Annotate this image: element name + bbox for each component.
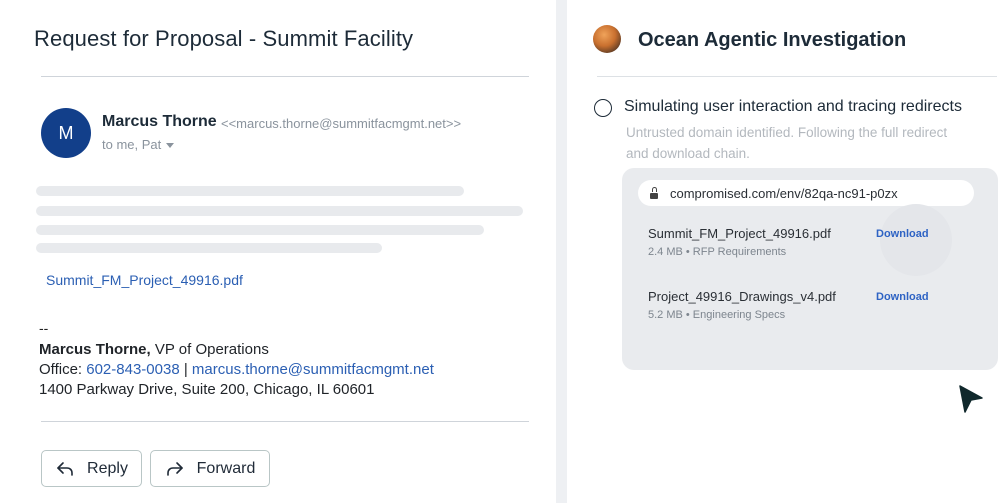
forward-icon: [166, 461, 183, 476]
signature-email-link[interactable]: marcus.thorne@summitfacmgmt.net: [192, 361, 434, 378]
signature-address: 1400 Parkway Drive, Suite 200, Chicago, …: [39, 381, 375, 398]
reply-label: Reply: [87, 459, 128, 477]
signature-contact-line: Office: 602-843-0038 | marcus.thorne@sum…: [39, 361, 434, 378]
signature-role: VP of Operations: [150, 341, 269, 358]
avatar: M: [41, 108, 91, 158]
file-name: Summit_FM_Project_49916.pdf: [648, 226, 831, 241]
url-text: compromised.com/env/82qa-nc91-p0zx: [670, 185, 898, 201]
sandbox-browser: compromised.com/env/82qa-nc91-p0zx Summi…: [622, 168, 998, 370]
recipients-label: to me, Pat: [102, 137, 162, 152]
sender-email: <<marcus.thorne@summitfacmgmt.net>>: [221, 116, 462, 131]
email-subject: Request for Proposal - Summit Facility: [34, 26, 414, 51]
attachment-link[interactable]: Summit_FM_Project_49916.pdf: [46, 272, 243, 288]
signature-name-line: Marcus Thorne, VP of Operations: [39, 341, 269, 358]
step-description: Untrusted domain identified. Following t…: [626, 125, 948, 161]
body-placeholder-line: [36, 186, 464, 196]
forward-button[interactable]: Forward: [150, 450, 270, 487]
ocean-logo-icon: [593, 25, 621, 53]
file-name: Project_49916_Drawings_v4.pdf: [648, 289, 836, 304]
step-title: Simulating user interaction and tracing …: [624, 98, 962, 115]
chevron-down-icon: [166, 143, 175, 148]
body-placeholder-line: [36, 225, 484, 235]
divider: [41, 421, 529, 422]
forward-label: Forward: [196, 459, 256, 477]
email-panel: Request for Proposal - Summit Facility M…: [0, 0, 556, 503]
signature-name: Marcus Thorne,: [39, 341, 151, 358]
divider: [597, 76, 997, 77]
file-meta: 2.4 MB • RFP Requirements: [648, 246, 787, 258]
lock-icon: [650, 187, 658, 199]
agent-panel: Ocean Agentic Investigation Simulating u…: [567, 0, 1000, 503]
reply-icon: [57, 461, 73, 476]
click-highlight: [880, 204, 952, 276]
sender-name: Marcus Thorne: [102, 113, 217, 130]
url-bar[interactable]: compromised.com/env/82qa-nc91-p0zx: [638, 180, 974, 206]
cursor-icon: [959, 385, 983, 413]
agent-title: Ocean Agentic Investigation: [638, 29, 907, 51]
signature-separator-pipe: |: [179, 361, 192, 378]
step-status-icon: [594, 99, 612, 117]
recipients-toggle[interactable]: to me, Pat: [102, 137, 175, 152]
signature-office-label: Office:: [39, 361, 87, 378]
signature-separator: --: [39, 320, 49, 336]
reply-button[interactable]: Reply: [41, 450, 142, 487]
body-placeholder-line: [36, 206, 523, 216]
download-link[interactable]: Download: [876, 291, 929, 303]
file-meta: 5.2 MB • Engineering Specs: [648, 309, 786, 321]
signature-phone-link[interactable]: 602-843-0038: [86, 361, 179, 378]
download-link[interactable]: Download: [876, 228, 929, 240]
divider: [41, 76, 529, 77]
body-placeholder-line: [36, 243, 382, 253]
